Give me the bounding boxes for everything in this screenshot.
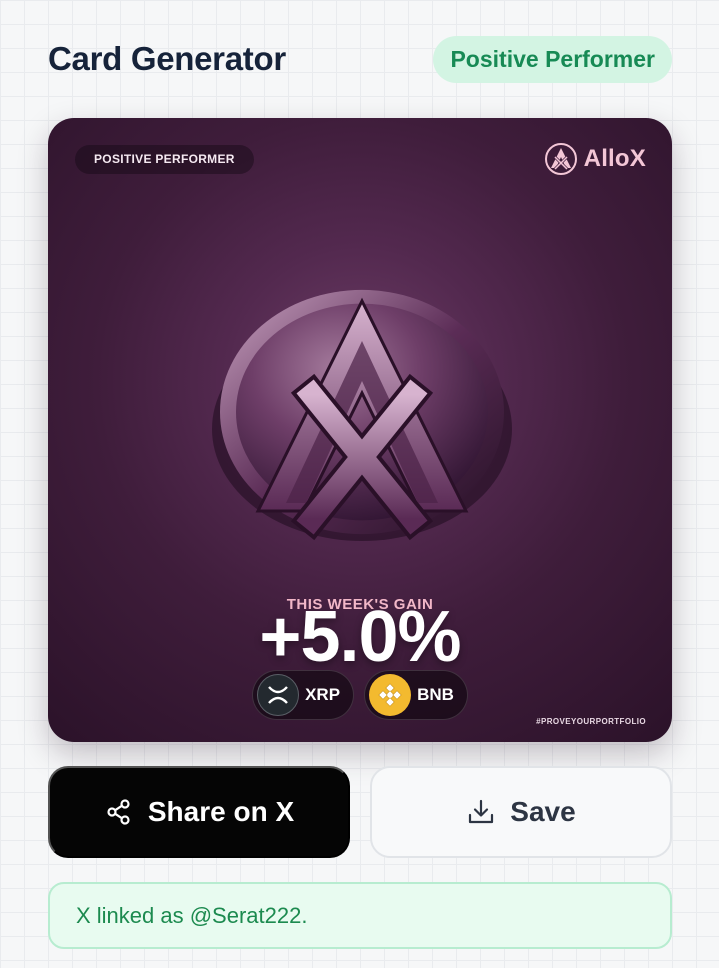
header: Card Generator Positive Performer [48,34,672,84]
allox-emblem-icon [212,289,512,541]
token-symbol: BNB [417,685,454,704]
xrp-icon [257,674,300,716]
save-label: Save [510,796,576,827]
token-symbol: XRP [305,685,341,704]
generated-card: POSITIVE PERFORMER AlloX THIS WEEK'S GAI… [48,118,672,742]
allox-logo-icon [544,143,577,175]
action-bar: Share on X Save [48,766,672,858]
share-on-x-button[interactable]: Share on X [48,766,350,858]
page-title: Card Generator [48,40,286,77]
share-label: Share on X [147,796,295,827]
x-linked-status: X linked as @Serat222. [48,882,672,949]
download-icon [469,799,494,824]
token-chip-xrp: XRP [252,670,355,720]
token-chip-bnb: BNB [364,670,468,720]
card-tag: POSITIVE PERFORMER [75,145,254,174]
performance-badge: Positive Performer [433,35,672,83]
save-button[interactable]: Save [370,766,672,858]
card-hashtag: #PROVEYOURPORTFOLIO [536,717,646,726]
token-list: XRP BNB [48,670,672,720]
brand-logo: AlloX [544,142,646,176]
brand-name: AlloX [583,145,646,172]
share-icon [107,799,130,825]
bnb-icon [369,674,412,716]
gain-value: +5.0% [259,597,461,677]
